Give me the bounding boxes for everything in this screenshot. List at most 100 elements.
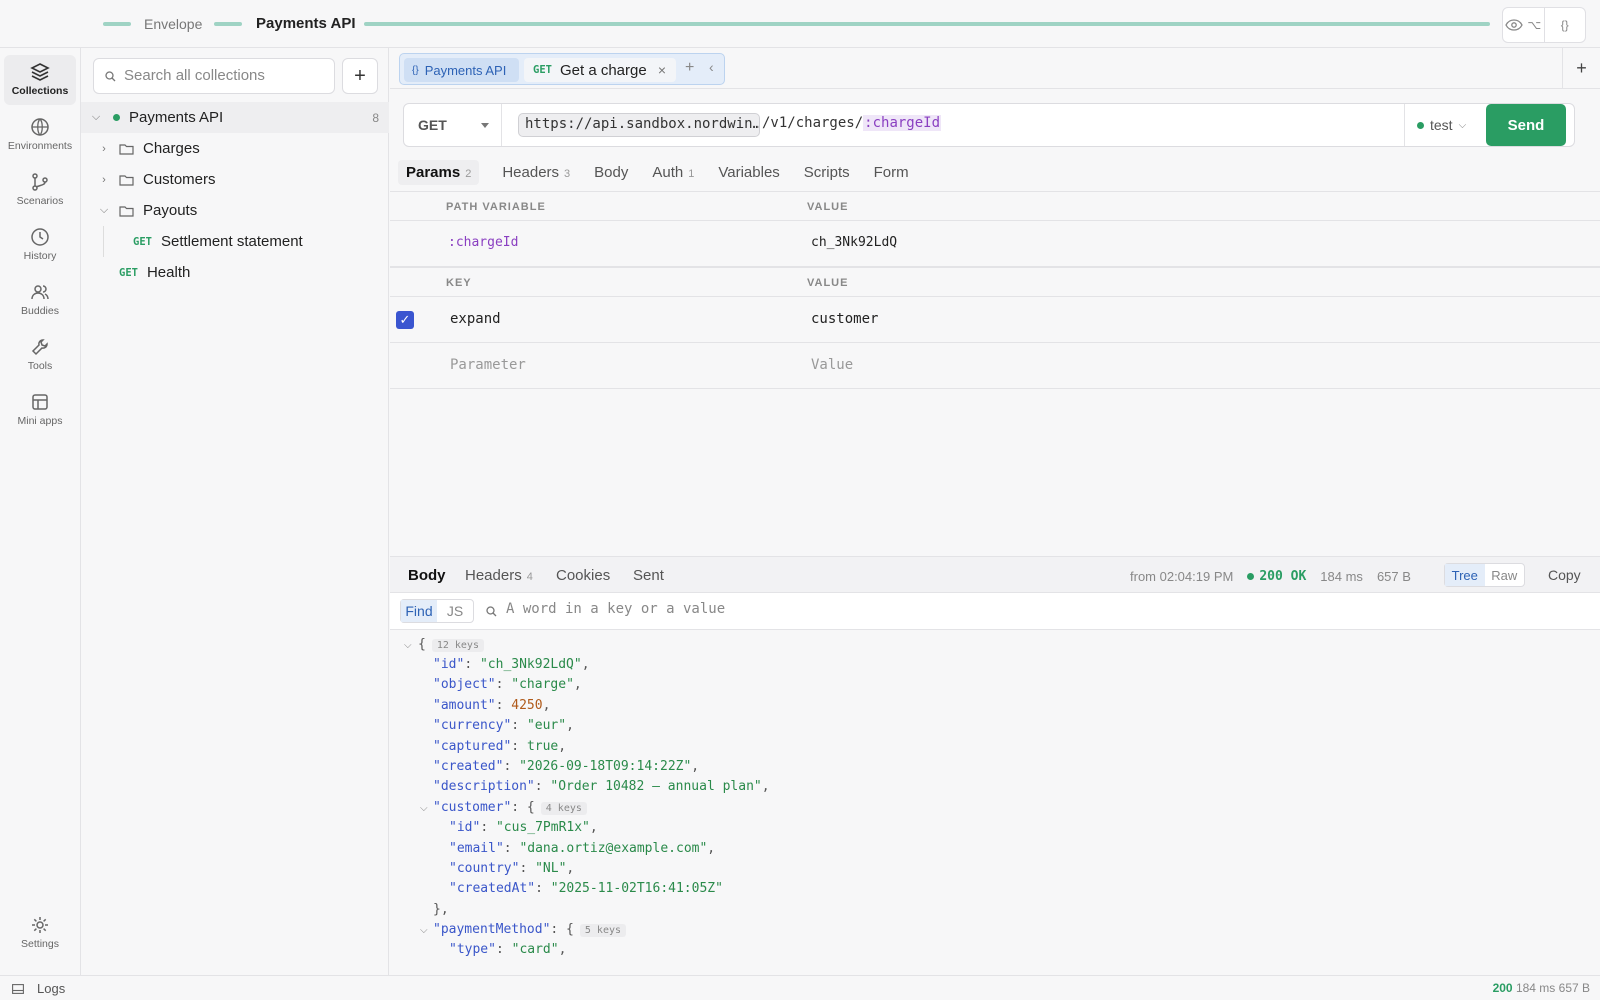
status-summary: 200 184 ms 657 B	[1493, 981, 1590, 995]
method-select[interactable]: GET	[404, 104, 502, 146]
tab-headers[interactable]: Headers 3	[501, 161, 571, 184]
nav-label: Buddies	[21, 305, 59, 317]
url-variable[interactable]: :chargeId	[863, 115, 942, 131]
code-view-button[interactable]: {}	[1543, 8, 1586, 42]
tree-folder-charges[interactable]: › Charges	[81, 133, 389, 164]
add-panel-button[interactable]: +	[1562, 48, 1600, 89]
nav-environments[interactable]: Environments	[4, 110, 76, 160]
tree-request-health[interactable]: GET Health	[81, 257, 389, 288]
tab-count: 3	[564, 167, 571, 180]
nav-settings[interactable]: Settings	[4, 908, 76, 958]
chevron-down-icon[interactable]: ⌵	[404, 640, 412, 651]
method-value: GET	[418, 117, 447, 133]
option-key-icon: ⌥	[1527, 18, 1542, 32]
param-key[interactable]: expand	[450, 311, 501, 327]
tab-params[interactable]: Params 2	[398, 159, 480, 185]
chevron-down-icon[interactable]: ⌵	[420, 803, 428, 814]
tab-count: 1	[688, 167, 695, 180]
json-value: "card"	[511, 942, 559, 957]
add-collection-button[interactable]: +	[342, 58, 378, 94]
breadcrumb-parent[interactable]: Envelope	[144, 16, 202, 32]
url-path[interactable]: /v1/charges/:chargeId	[762, 115, 942, 131]
json-value: "2025-11-02T16:41:05Z"	[550, 881, 723, 896]
json-key: "description"	[433, 779, 535, 794]
json-brace: {	[418, 637, 426, 652]
js-mode-button[interactable]: JS	[437, 600, 473, 622]
json-key: "createdAt"	[449, 881, 536, 896]
search-field	[93, 58, 335, 94]
close-icon[interactable]: ×	[658, 62, 666, 78]
logs-toggle[interactable]: Logs	[37, 981, 65, 996]
nav-mini-apps[interactable]: Mini apps	[4, 385, 76, 435]
json-line: "description": "Order 10482 — annual pla…	[433, 779, 770, 794]
method-badge: GET	[119, 266, 138, 279]
json-line: "id": "ch_3Nk92LdQ",	[433, 657, 590, 672]
json-value: "cus_7PmR1x"	[495, 820, 590, 835]
tab-get-a-charge[interactable]: GET Get a charge ×	[524, 58, 676, 82]
tree-folder-payouts[interactable]: ⌵ Payouts	[81, 195, 389, 226]
request-count: 8	[372, 110, 379, 125]
nav-scenarios[interactable]: Scenarios	[4, 165, 76, 215]
tree-item-label: Settlement statement	[160, 233, 303, 250]
tree-guide	[103, 226, 104, 257]
request-tabs: Params 2 Headers 3 Body Auth 1 Variables Sc…	[398, 158, 910, 186]
copy-button[interactable]: Copy	[1548, 567, 1581, 583]
new-param-value-input[interactable]: Value	[811, 357, 853, 373]
search-icon	[105, 71, 116, 82]
json-key: "object"	[433, 677, 496, 692]
path-variable-value[interactable]: ch_3Nk92LdQ	[811, 235, 897, 250]
raw-view-button[interactable]: Raw	[1485, 564, 1525, 586]
tab-variables[interactable]: Variables	[717, 161, 780, 184]
json-value: "charge"	[511, 677, 574, 692]
tab-scripts[interactable]: Scripts	[803, 161, 851, 184]
tab-response-body[interactable]: Body	[408, 567, 446, 584]
tab-response-headers[interactable]: Headers 4	[465, 567, 533, 584]
nav-collections[interactable]: Collections	[4, 55, 76, 105]
json-line: "email": "dana.ortiz@example.com",	[449, 841, 716, 856]
search-input[interactable]	[124, 67, 324, 84]
preview-button[interactable]: ⌥	[1503, 8, 1544, 42]
nav-tools[interactable]: Tools	[4, 330, 76, 380]
tab-body[interactable]: Body	[593, 161, 629, 184]
caret-down-icon	[481, 123, 489, 128]
tab-label: Headers	[465, 567, 522, 584]
tree-view-button[interactable]: Tree	[1445, 564, 1485, 586]
tab-form[interactable]: Form	[873, 161, 910, 184]
find-input[interactable]	[506, 601, 1006, 617]
panel-icon[interactable]	[12, 984, 24, 994]
nav-label: History	[23, 250, 57, 262]
tree-item-label: Health	[146, 264, 191, 281]
tab-collection[interactable]: {} Payments API	[404, 58, 519, 82]
response-size: 657 B	[1376, 568, 1411, 584]
tab-auth[interactable]: Auth 1	[651, 161, 695, 184]
tree-root-payments-api[interactable]: ⌵ Payments API 8	[81, 102, 389, 133]
users-icon	[31, 285, 49, 300]
response-duration: 184 ms	[1515, 981, 1556, 995]
tab-sent[interactable]: Sent	[633, 567, 664, 584]
param-checkbox[interactable]: ✓	[396, 311, 414, 329]
tree-folder-customers[interactable]: › Customers	[81, 164, 389, 195]
new-tab-button[interactable]: +	[685, 59, 694, 77]
chevron-down-icon[interactable]: ⌵	[420, 925, 428, 936]
nav-history[interactable]: History	[4, 220, 76, 270]
nav-buddies[interactable]: Buddies	[4, 275, 76, 325]
tab-cookies[interactable]: Cookies	[556, 567, 610, 584]
url-bar: GET https://api.sandbox.nordwin… /v1/cha…	[403, 103, 1575, 147]
environment-select[interactable]: test ⌵	[1404, 104, 1484, 146]
chevron-left-icon[interactable]: ‹	[709, 59, 714, 75]
find-mode-button[interactable]: Find	[401, 600, 437, 622]
search-icon	[486, 606, 497, 617]
branch-icon	[32, 173, 48, 191]
tree-request-settlement-statement[interactable]: GET Settlement statement	[81, 226, 389, 257]
main-panel: {} Payments API GET Get a charge × + ‹ +…	[390, 48, 1600, 976]
json-key: "paymentMethod"	[433, 922, 551, 937]
path-variable-key: :chargeId	[448, 235, 519, 250]
tab-label: Auth	[652, 163, 684, 181]
new-param-key-input[interactable]: Parameter	[450, 357, 526, 373]
param-value[interactable]: customer	[811, 311, 878, 327]
chevron-down-icon: ⌵	[99, 204, 109, 216]
nav-label: Tools	[27, 360, 53, 372]
send-button[interactable]: Send	[1486, 104, 1566, 146]
url-host[interactable]: https://api.sandbox.nordwin…	[518, 113, 760, 137]
status-code: 200 OK	[1259, 569, 1307, 584]
